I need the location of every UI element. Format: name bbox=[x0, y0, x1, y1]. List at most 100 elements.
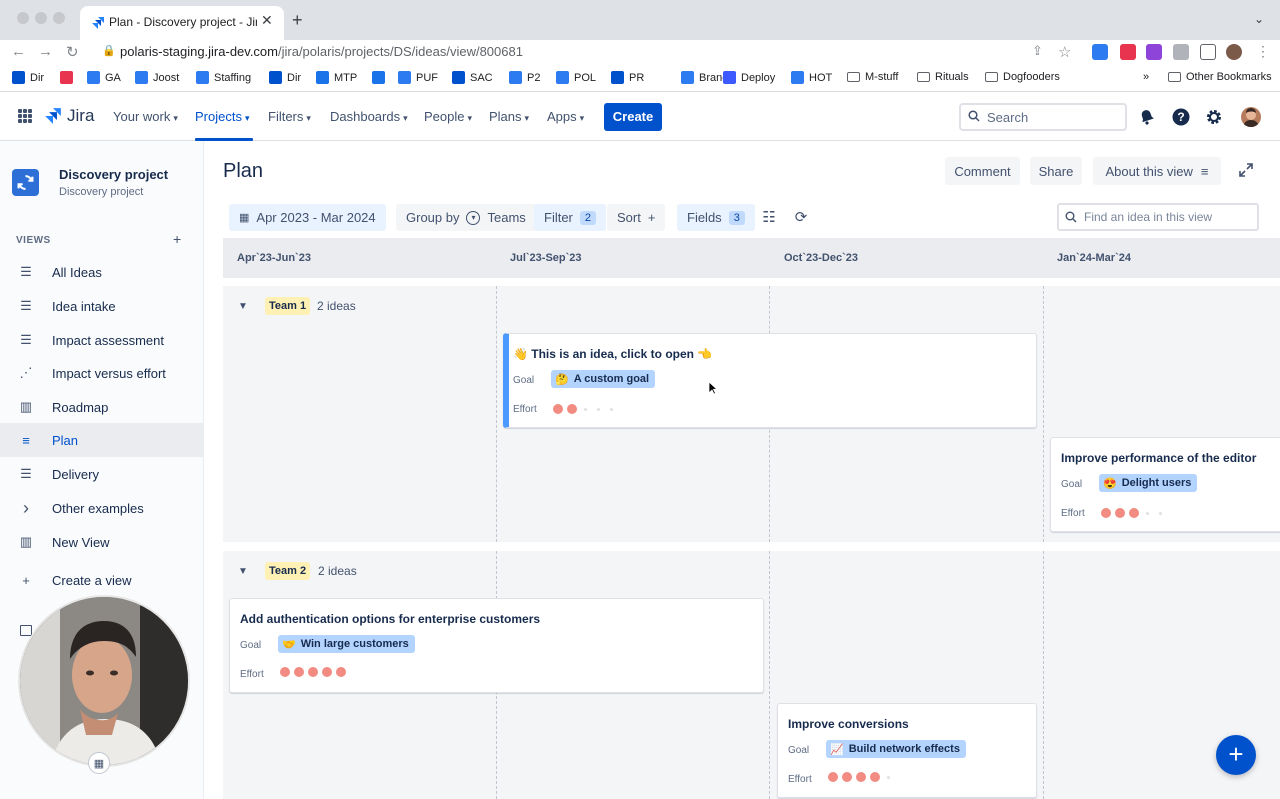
goal-pill[interactable]: 🤔 A custom goal bbox=[551, 370, 656, 388]
window-close-button[interactable] bbox=[17, 12, 29, 24]
other-bookmarks-folder[interactable]: Other Bookmarks bbox=[1168, 71, 1272, 83]
bookmark-item[interactable] bbox=[372, 71, 390, 84]
bookmark-item[interactable]: Rituals bbox=[917, 71, 969, 83]
comment-button[interactable]: Comment bbox=[945, 157, 1020, 185]
view-layout-icon[interactable]: ☷ bbox=[760, 208, 778, 226]
bookmark-item[interactable]: POL bbox=[556, 71, 596, 84]
forward-icon[interactable]: → bbox=[38, 43, 53, 60]
add-view-icon[interactable]: + bbox=[173, 231, 181, 247]
nav-people[interactable]: People ▾ bbox=[424, 109, 472, 124]
sidebar-item-delivery[interactable]: ☰ Delivery bbox=[0, 457, 203, 491]
idea-card[interactable]: 👋 This is an idea, click to open 👈 Goal … bbox=[503, 333, 1037, 428]
add-idea-fab-button[interactable]: + bbox=[1216, 735, 1256, 775]
bookmark-item[interactable]: PR bbox=[611, 71, 644, 84]
sidebar-item-impact-versus-effort[interactable]: ⋰ Impact versus effort bbox=[0, 356, 203, 390]
global-search-input[interactable]: Search bbox=[959, 103, 1127, 131]
filter-button[interactable]: Filter 2 bbox=[534, 204, 607, 231]
bookmark-favicon-icon bbox=[316, 71, 329, 84]
fullscreen-expand-icon[interactable] bbox=[1238, 162, 1254, 178]
window-minimize-button[interactable] bbox=[35, 12, 47, 24]
nav-your-work[interactable]: Your work ▾ bbox=[113, 109, 178, 124]
extensions-puzzle-icon[interactable] bbox=[1173, 44, 1189, 60]
bookmark-item[interactable]: GA bbox=[87, 71, 121, 84]
sidebar-item-create-a-view[interactable]: + Create a view bbox=[0, 563, 203, 597]
back-icon[interactable]: ← bbox=[11, 43, 26, 60]
fields-button[interactable]: Fields 3 bbox=[677, 204, 755, 231]
sidebar-item-idea-intake[interactable]: ☰ Idea intake bbox=[0, 289, 203, 323]
effort-dot-empty bbox=[1146, 511, 1149, 515]
url-field[interactable]: 🔒 polaris-staging.jira-dev.com/jira/pola… bbox=[88, 41, 1088, 63]
sidebar-item-new-view[interactable]: ▥ New View bbox=[0, 525, 203, 559]
sidebar-item-impact-assessment[interactable]: ☰ Impact assessment bbox=[0, 323, 203, 357]
project-name[interactable]: Discovery project bbox=[59, 167, 168, 182]
idea-card[interactable]: Add authentication options for enterpris… bbox=[229, 598, 764, 693]
sidebar-item-roadmap[interactable]: ▥ Roadmap bbox=[0, 390, 203, 424]
new-tab-icon[interactable]: + bbox=[292, 10, 303, 31]
goal-pill[interactable]: 🤝 Win large customers bbox=[278, 635, 415, 653]
extension-icon[interactable] bbox=[1120, 44, 1136, 60]
browser-tab[interactable]: Plan - Discovery project - Jira ✕ bbox=[80, 6, 284, 40]
nav-dashboards[interactable]: Dashboards ▾ bbox=[330, 109, 408, 124]
bookmark-item[interactable]: HOT bbox=[791, 71, 832, 84]
sidepanel-icon[interactable] bbox=[1200, 44, 1216, 60]
find-idea-input[interactable]: Find an idea in this view bbox=[1057, 203, 1259, 231]
idea-card[interactable]: Improve conversions Goal 📈 Build network… bbox=[777, 703, 1037, 798]
extension-icon[interactable] bbox=[1146, 44, 1162, 60]
notifications-bell-icon[interactable] bbox=[1138, 108, 1156, 126]
bookmark-item[interactable]: M-stuff bbox=[847, 71, 898, 83]
bookmark-item[interactable]: Staffing bbox=[196, 71, 251, 84]
sort-button[interactable]: Sort + bbox=[607, 204, 666, 231]
auto-arrange-icon[interactable]: ⟳ bbox=[792, 208, 810, 226]
profile-avatar[interactable] bbox=[1226, 44, 1242, 60]
plus-icon: + bbox=[22, 572, 30, 588]
goal-pill[interactable]: 📈 Build network effects bbox=[826, 740, 966, 758]
bookmark-item[interactable]: Dir bbox=[269, 71, 301, 84]
filter-count-badge: 2 bbox=[579, 210, 597, 225]
bookmark-item[interactable]: SAC bbox=[452, 71, 493, 84]
nav-projects[interactable]: Projects ▾ bbox=[195, 109, 250, 124]
share-button[interactable]: Share bbox=[1030, 157, 1082, 185]
bookmark-item[interactable]: PUF bbox=[398, 71, 438, 84]
bookmark-star-icon[interactable]: ☆ bbox=[1058, 43, 1071, 61]
share-page-icon[interactable]: ⇪ bbox=[1032, 43, 1043, 59]
tab-search-chevron-icon[interactable]: ⌄ bbox=[1254, 12, 1264, 26]
webcam-resize-icon[interactable]: ▦ bbox=[88, 752, 110, 774]
project-avatar[interactable] bbox=[12, 169, 39, 196]
collapse-chevron-icon[interactable]: ▼ bbox=[238, 301, 248, 312]
date-range-button[interactable]: ▦ Apr 2023 - Mar 2024 bbox=[229, 204, 386, 231]
settings-gear-icon[interactable] bbox=[1205, 108, 1223, 126]
bookmark-item[interactable]: Dogfooders bbox=[985, 71, 1060, 83]
reload-icon[interactable]: ↻ bbox=[66, 43, 79, 61]
nav-plans[interactable]: Plans ▾ bbox=[489, 109, 529, 124]
nav-filters[interactable]: Filters ▾ bbox=[268, 109, 311, 124]
help-icon[interactable]: ? bbox=[1172, 108, 1190, 126]
bookmark-item[interactable]: P2 bbox=[509, 71, 540, 84]
bookmark-favicon-icon bbox=[372, 71, 385, 84]
sidebar-item-plan[interactable]: ≡ Plan bbox=[0, 423, 203, 457]
bookmark-item[interactable] bbox=[60, 71, 78, 84]
group-by-button[interactable]: Group by ▾ Teams bbox=[396, 204, 536, 231]
sidebar-item-all-ideas[interactable]: ☰ All Ideas bbox=[0, 255, 203, 289]
jira-logo[interactable]: Jira bbox=[44, 106, 94, 126]
bookmark-item[interactable]: Dir bbox=[12, 71, 44, 84]
bookmark-item[interactable]: Joost bbox=[135, 71, 179, 84]
bookmark-favicon-icon bbox=[723, 71, 736, 84]
effort-dot-filled bbox=[553, 404, 563, 414]
nav-apps[interactable]: Apps ▾ bbox=[547, 109, 584, 124]
page-title: Plan bbox=[223, 160, 264, 182]
create-button[interactable]: Create bbox=[604, 103, 662, 131]
collapse-chevron-icon[interactable]: ▼ bbox=[238, 566, 248, 577]
extension-icon[interactable] bbox=[1092, 44, 1108, 60]
bookmark-item[interactable]: MTP bbox=[316, 71, 357, 84]
user-avatar[interactable] bbox=[1241, 107, 1261, 127]
bookmarks-overflow-icon[interactable]: » bbox=[1143, 71, 1149, 83]
idea-card[interactable]: Improve performance of the editor Goal 😍… bbox=[1050, 437, 1280, 532]
tab-close-icon[interactable]: ✕ bbox=[261, 12, 273, 29]
window-zoom-button[interactable] bbox=[53, 12, 65, 24]
sidebar-item-other-examples[interactable]: › Other examples bbox=[0, 491, 203, 525]
goal-pill[interactable]: 😍 Delight users bbox=[1099, 474, 1198, 492]
menu-kebab-icon[interactable]: ⋮ bbox=[1256, 43, 1270, 60]
about-view-button[interactable]: About this view ≡ bbox=[1093, 157, 1221, 185]
bookmark-item[interactable]: Deploy bbox=[723, 71, 775, 84]
app-switcher-icon[interactable] bbox=[18, 109, 32, 123]
